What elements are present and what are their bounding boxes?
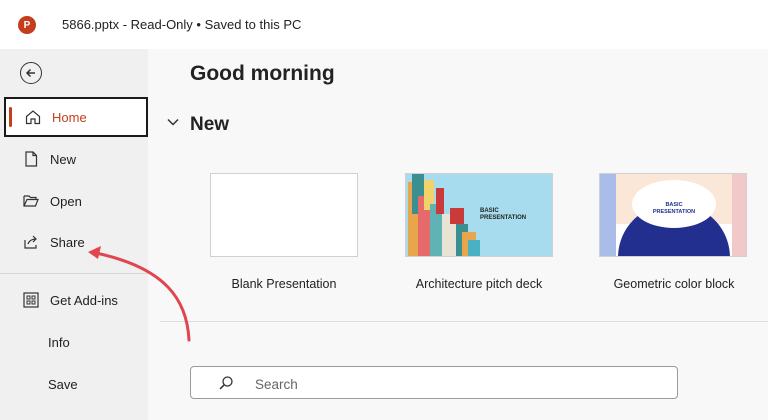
sidebar-item-label: Get Add-ins — [50, 292, 118, 308]
sidebar-item-label: Info — [48, 334, 70, 350]
section-title-new: New — [190, 114, 230, 135]
sidebar-item-label: Open — [50, 193, 82, 209]
back-arrow-icon — [25, 68, 35, 78]
template-label: Blank Presentation — [231, 277, 337, 291]
home-icon — [24, 108, 42, 126]
back-button[interactable] — [20, 62, 42, 84]
add-ins-grid-icon — [22, 291, 40, 309]
sidebar-item-info[interactable]: Info — [4, 322, 148, 362]
folder-open-icon — [22, 192, 40, 210]
section-divider — [160, 321, 768, 322]
chevron-down-icon[interactable] — [166, 115, 180, 129]
template-thumb-text: BASIC PRESENTATION — [652, 202, 696, 215]
title-bar: P 5866.pptx - Read-Only • Saved to this … — [0, 0, 768, 49]
sidebar-item-home[interactable]: Home — [4, 97, 148, 137]
sidebar-item-get-add-ins[interactable]: Get Add-ins — [4, 280, 148, 320]
document-title: 5866.pptx - Read-Only • Saved to this PC — [62, 17, 302, 32]
template-thumbnail-architecture[interactable]: BASIC PRESENTATION — [405, 173, 553, 257]
template-label: Geometric color block — [613, 277, 735, 291]
template-label: Architecture pitch deck — [415, 277, 543, 291]
powerpoint-logo-icon: P — [18, 16, 36, 34]
sidebar-item-label: Home — [52, 109, 87, 125]
sidebar-item-save[interactable]: Save — [4, 364, 148, 404]
search-box[interactable] — [190, 366, 678, 399]
new-file-icon — [22, 150, 40, 168]
share-icon — [22, 233, 40, 251]
sidebar-item-label: New — [50, 151, 77, 167]
sidebar-item-label: Save — [48, 376, 78, 392]
sidebar-item-share[interactable]: Share — [4, 222, 148, 262]
template-thumb-text: BASIC PRESENTATION — [480, 208, 527, 221]
search-input[interactable] — [253, 373, 657, 395]
search-icon — [219, 376, 233, 390]
sidebar-divider — [0, 273, 148, 274]
sidebar-item-new[interactable]: New — [4, 139, 148, 179]
page-title: Good morning — [190, 62, 335, 85]
template-thumbnail-blank[interactable] — [210, 173, 358, 257]
sidebar-item-label: Share — [50, 234, 85, 250]
sidebar-item-open[interactable]: Open — [4, 181, 148, 221]
template-thumbnail-geometric[interactable]: BASIC PRESENTATION — [599, 173, 747, 257]
